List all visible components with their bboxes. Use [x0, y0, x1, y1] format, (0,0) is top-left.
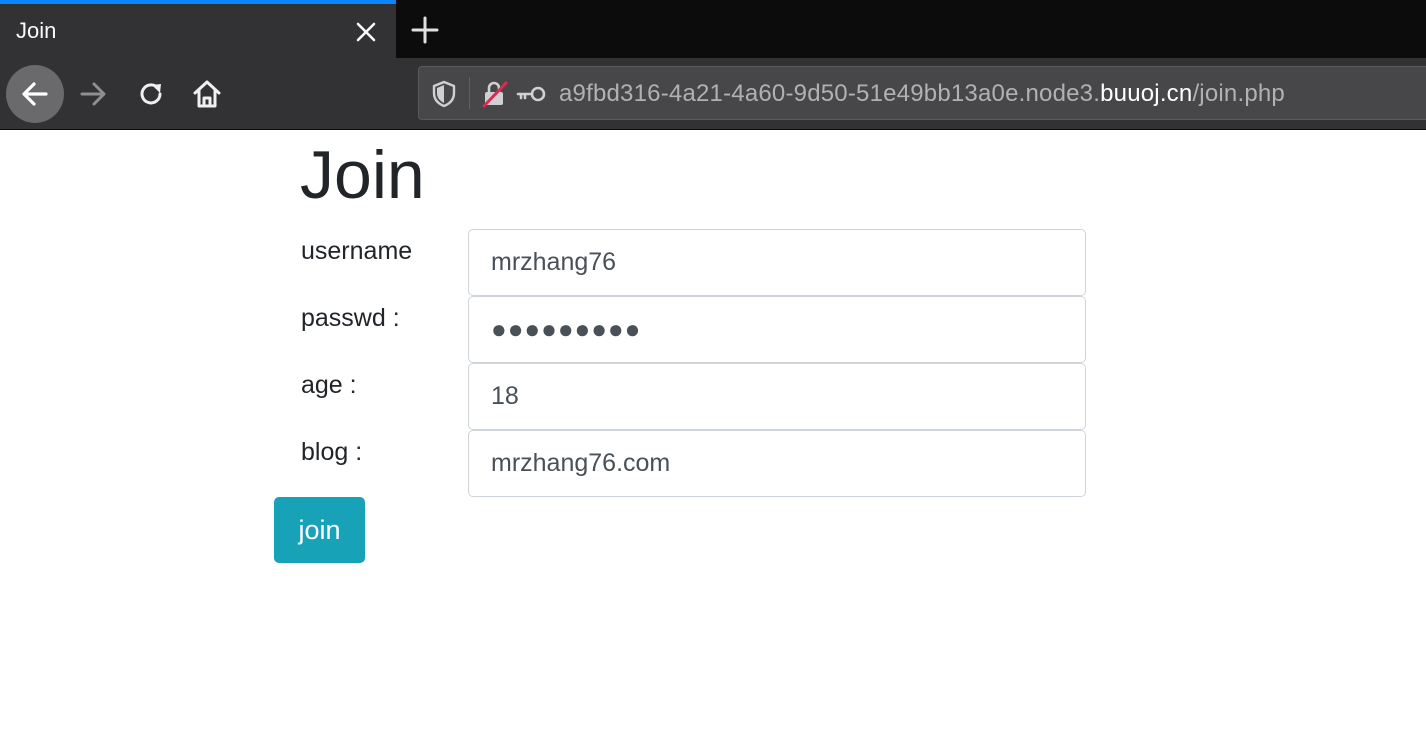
tab-title: Join	[16, 18, 57, 43]
url-text[interactable]: a9fbd316-4a21-4a60-9d50-51e49bb13a0e.nod…	[559, 80, 1285, 108]
username-label: username	[301, 237, 413, 265]
reload-icon	[140, 83, 162, 105]
home-icon	[193, 80, 221, 108]
age-input[interactable]	[468, 363, 1086, 430]
plus-icon[interactable]	[408, 14, 442, 46]
passwd-input[interactable]	[468, 296, 1086, 363]
join-button[interactable]: join	[274, 497, 365, 563]
url-bar[interactable]: a9fbd316-4a21-4a60-9d50-51e49bb13a0e.nod…	[418, 66, 1426, 120]
forward-arrow-icon	[80, 82, 106, 106]
insecure-lock-icon[interactable]	[481, 80, 509, 113]
back-button[interactable]	[6, 65, 64, 123]
home-button[interactable]	[178, 65, 236, 123]
url-host: buuoj.cn	[1100, 80, 1193, 107]
page-title: Join	[300, 137, 425, 213]
reload-button[interactable]	[122, 65, 180, 123]
username-input[interactable]	[468, 229, 1086, 296]
back-arrow-icon	[22, 82, 48, 106]
blog-input[interactable]	[468, 430, 1086, 497]
url-prefix: a9fbd316-4a21-4a60-9d50-51e49bb13a0e.nod…	[559, 80, 1101, 107]
passwd-label: passwd :	[301, 304, 400, 332]
url-separator	[469, 77, 470, 109]
shield-icon[interactable]	[431, 80, 457, 113]
forward-button[interactable]	[64, 65, 122, 123]
key-icon[interactable]	[515, 83, 547, 110]
blog-label: blog :	[301, 438, 363, 466]
nav-toolbar: a9fbd316-4a21-4a60-9d50-51e49bb13a0e.nod…	[0, 58, 1426, 130]
url-path: /join.php	[1192, 80, 1285, 107]
close-icon[interactable]	[352, 18, 380, 46]
tab-strip: Join	[0, 0, 1426, 58]
tab-join[interactable]: Join	[0, 0, 396, 58]
age-label: age :	[301, 371, 357, 399]
